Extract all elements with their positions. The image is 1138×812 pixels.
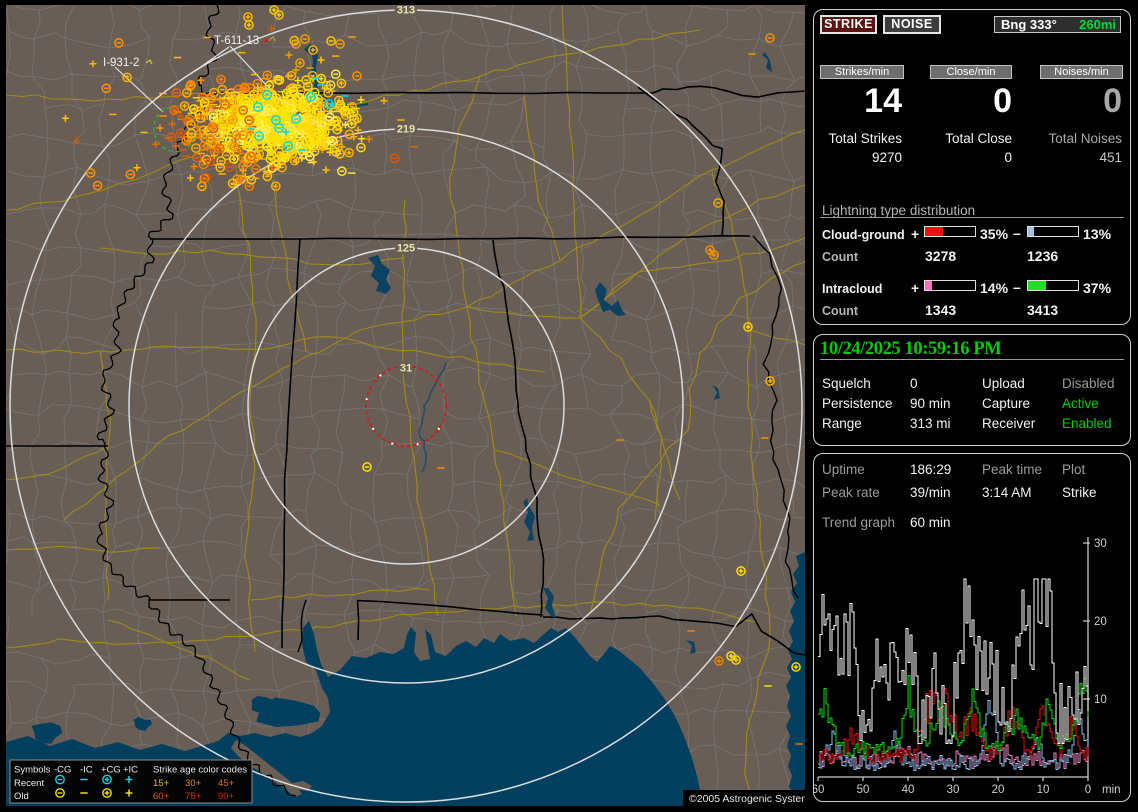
svg-text:20: 20 (992, 784, 1005, 796)
svg-text:©2005 Astrogenic Systems: ©2005 Astrogenic Systems (689, 793, 805, 805)
svg-text:75+: 75+ (185, 791, 202, 802)
svg-text:min: min (1102, 784, 1121, 796)
svg-text:30: 30 (947, 784, 960, 796)
svg-text:31: 31 (400, 363, 412, 375)
svg-text:45+: 45+ (218, 778, 235, 789)
svg-text:+IC: +IC (123, 765, 138, 776)
svg-text:40: 40 (902, 784, 915, 796)
svg-text:50: 50 (857, 784, 870, 796)
svg-text:I-931-2: I-931-2 (103, 57, 139, 69)
svg-text:T-611-13: T-611-13 (214, 35, 259, 47)
svg-text:0: 0 (1085, 784, 1091, 796)
svg-text:+CG: +CG (101, 765, 121, 776)
svg-text:Symbols: Symbols (14, 765, 51, 776)
svg-text:10: 10 (1094, 694, 1107, 706)
svg-text:15+: 15+ (153, 778, 170, 789)
svg-text:90+: 90+ (218, 791, 235, 802)
svg-text:30: 30 (1094, 538, 1107, 550)
svg-text:219: 219 (397, 124, 415, 136)
svg-text:-IC: -IC (80, 765, 93, 776)
svg-text:125: 125 (397, 243, 415, 255)
svg-text:Old: Old (14, 791, 29, 802)
svg-text:Recent: Recent (14, 778, 44, 789)
svg-text:-CG: -CG (54, 765, 71, 776)
svg-text:60+: 60+ (153, 791, 170, 802)
svg-text:313: 313 (397, 5, 415, 17)
svg-text:Strike age color codes: Strike age color codes (153, 765, 247, 776)
svg-text:10: 10 (1037, 784, 1050, 796)
svg-text:20: 20 (1094, 616, 1107, 628)
svg-text:60: 60 (814, 784, 824, 796)
svg-text:30+: 30+ (185, 778, 202, 789)
